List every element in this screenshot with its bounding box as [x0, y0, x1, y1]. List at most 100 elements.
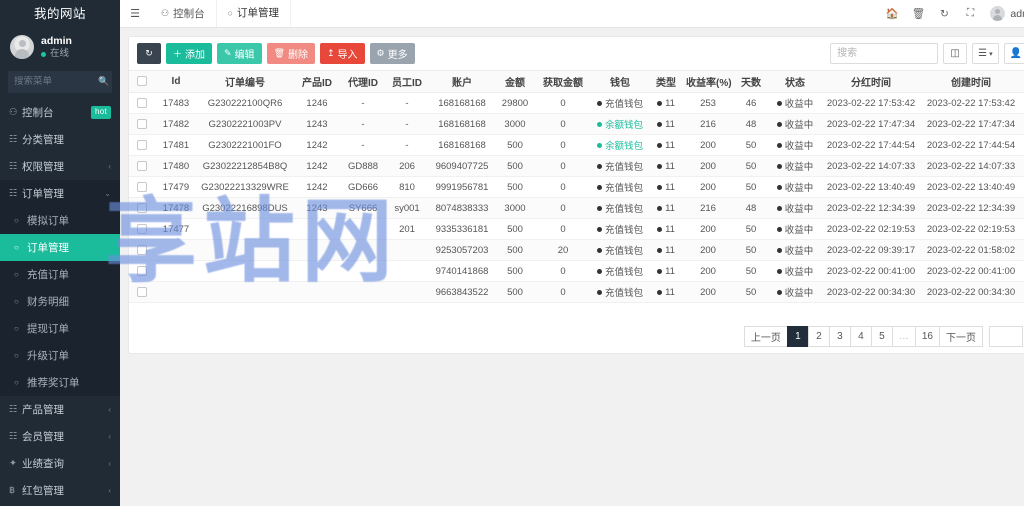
refresh-icon[interactable]: ↻ — [931, 0, 957, 28]
select-all-header[interactable] — [129, 71, 155, 93]
page-button-16[interactable]: 16 — [915, 326, 940, 347]
column-header-11[interactable]: 天数 — [733, 71, 769, 93]
row-select-cell[interactable] — [129, 261, 155, 282]
column-header-3[interactable]: 代理ID — [341, 71, 385, 93]
column-header-0[interactable]: Id — [155, 71, 197, 93]
home-icon[interactable]: 🏠 — [879, 0, 905, 28]
row-checkbox[interactable] — [137, 287, 147, 297]
row-select-cell[interactable] — [129, 240, 155, 261]
app-root: 我的网站 admin 在线 🔍 ⚇控制台hot☷分类管理☷权限管理‹☷订单管理⌄… — [0, 0, 1024, 506]
sidebar-item-11[interactable]: ☷产品管理‹ — [0, 396, 120, 423]
row-select-cell[interactable] — [129, 219, 155, 240]
table-row[interactable]: 97401418685000充值钱包1120050收益中2023-02-22 0… — [129, 261, 1024, 282]
page-button-1[interactable]: 1 — [787, 326, 809, 347]
sidebar-item-1[interactable]: ☷分类管理 — [0, 126, 120, 153]
tab-0[interactable]: ⚇控制台 — [150, 0, 217, 27]
column-header-2[interactable]: 产品ID — [293, 71, 341, 93]
row-checkbox[interactable] — [137, 203, 147, 213]
column-header-14[interactable]: 创建时间 — [921, 71, 1021, 93]
cell-days: 50 — [733, 282, 769, 303]
table-row[interactable]: 17478G23022216898DUS1243SY666sy001807483… — [129, 198, 1024, 219]
filter-icon[interactable]: ◫ — [943, 43, 967, 64]
sidebar-item-label: 业绩查询 — [22, 456, 106, 471]
toolbar-button-3[interactable]: ↥导入 — [320, 43, 365, 64]
column-header-6[interactable]: 金额 — [495, 71, 535, 93]
columns-icon[interactable]: ☰▾ — [972, 43, 998, 64]
sidebar-item-0[interactable]: ⚇控制台hot — [0, 99, 120, 126]
toolbar-button-0[interactable]: ＋添加 — [166, 43, 212, 64]
sidebar-item-label: 控制台 — [22, 105, 91, 120]
toolbar-button-4[interactable]: ⚙更多 — [370, 43, 415, 64]
sidebar-item-9[interactable]: ○升级订单 — [0, 342, 120, 369]
table-row[interactable]: 925305720350020充值钱包1120050收益中2023-02-22 … — [129, 240, 1024, 261]
column-header-1[interactable]: 订单编号 — [197, 71, 293, 93]
sidebar-item-8[interactable]: ○提现订单 — [0, 315, 120, 342]
row-checkbox[interactable] — [137, 98, 147, 108]
sidebar-item-4[interactable]: ○模拟订单 — [0, 207, 120, 234]
column-header-12[interactable]: 状态 — [769, 71, 821, 93]
sidebar-item-12[interactable]: ☷会员管理‹ — [0, 423, 120, 450]
sidebar-item-5[interactable]: ○订单管理 — [0, 234, 120, 261]
table-row[interactable]: 17480G23022212854B8Q1242GD88820696094077… — [129, 156, 1024, 177]
topbar-user[interactable]: admin — [983, 6, 1024, 21]
page-button-4[interactable]: 4 — [850, 326, 872, 347]
column-header-7[interactable]: 获取金额 — [535, 71, 591, 93]
toolbar-button-1[interactable]: ✎编辑 — [217, 43, 262, 64]
row-checkbox[interactable] — [137, 119, 147, 129]
table-row[interactable]: 17482G2302221003PV1243--16816816830000余额… — [129, 114, 1024, 135]
sidebar-item-13[interactable]: ✦业绩查询‹ — [0, 450, 120, 477]
sidebar-item-10[interactable]: ○推荐奖订单 — [0, 369, 120, 396]
page-button-3[interactable]: 3 — [829, 326, 851, 347]
sidebar-search-input[interactable] — [14, 76, 98, 87]
sidebar-item-7[interactable]: ○财务明细 — [0, 288, 120, 315]
column-header-5[interactable]: 账户 — [429, 71, 495, 93]
row-checkbox[interactable] — [137, 140, 147, 150]
tab-1[interactable]: ○订单管理 — [217, 0, 291, 27]
table-row[interactable]: 17481G2302221001FO1242--1681681685000余额钱… — [129, 135, 1024, 156]
sidebar-item-6[interactable]: ○充值订单 — [0, 261, 120, 288]
sidebar-item-14[interactable]: ฿红包管理‹ — [0, 477, 120, 504]
row-select-cell[interactable] — [129, 93, 155, 114]
table-row[interactable]: 1747720193353361815000充值钱包1120050收益中2023… — [129, 219, 1024, 240]
cell-amount: 3000 — [495, 198, 535, 219]
row-select-cell[interactable] — [129, 282, 155, 303]
search-input[interactable] — [830, 43, 938, 64]
row-select-cell[interactable] — [129, 156, 155, 177]
column-header-4[interactable]: 员工ID — [385, 71, 429, 93]
select-all-checkbox[interactable] — [137, 76, 147, 86]
chevron-left-icon: ‹ — [108, 162, 111, 171]
row-checkbox[interactable] — [137, 161, 147, 171]
sidebar-item-2[interactable]: ☷权限管理‹ — [0, 153, 120, 180]
wallet-label: 充值钱包 — [605, 222, 643, 236]
cell-type: 11 — [649, 177, 683, 198]
refresh-button[interactable]: ↻ — [137, 43, 161, 64]
row-checkbox[interactable] — [137, 266, 147, 276]
page-next-button[interactable]: 下一页 — [939, 326, 983, 347]
fullscreen-icon[interactable]: ⛶ — [957, 0, 983, 28]
row-select-cell[interactable] — [129, 114, 155, 135]
column-header-10[interactable]: 收益率(%) — [683, 71, 733, 93]
sidebar-user[interactable]: admin 在线 — [0, 28, 120, 69]
sidebar-search[interactable]: 🔍 — [8, 71, 112, 93]
table-row[interactable]: 17483G230222100QR61246--168168168298000充… — [129, 93, 1024, 114]
page-prev-button[interactable]: 上一页 — [744, 326, 788, 347]
row-checkbox[interactable] — [137, 182, 147, 192]
row-checkbox[interactable] — [137, 245, 147, 255]
export-icon[interactable]: 👤▾ — [1004, 43, 1024, 64]
trash-icon[interactable]: 🗑 — [905, 0, 931, 28]
page-button-2[interactable]: 2 — [808, 326, 830, 347]
row-select-cell[interactable] — [129, 177, 155, 198]
column-header-13[interactable]: 分红时间 — [821, 71, 921, 93]
toolbar-button-2[interactable]: 🗑删除 — [267, 43, 315, 64]
row-select-cell[interactable] — [129, 135, 155, 156]
menu-icon[interactable]: ☰ — [120, 0, 150, 27]
row-select-cell[interactable] — [129, 198, 155, 219]
column-header-9[interactable]: 类型 — [649, 71, 683, 93]
page-button-5[interactable]: 5 — [871, 326, 893, 347]
column-header-8[interactable]: 钱包 — [591, 71, 649, 93]
table-row[interactable]: 17479G23022213329WRE1242GD66681099919567… — [129, 177, 1024, 198]
row-checkbox[interactable] — [137, 224, 147, 234]
table-row[interactable]: 96638435225000充值钱包1120050收益中2023-02-22 0… — [129, 282, 1024, 303]
page-jump-input[interactable] — [989, 326, 1023, 347]
sidebar-item-3[interactable]: ☷订单管理⌄ — [0, 180, 120, 207]
